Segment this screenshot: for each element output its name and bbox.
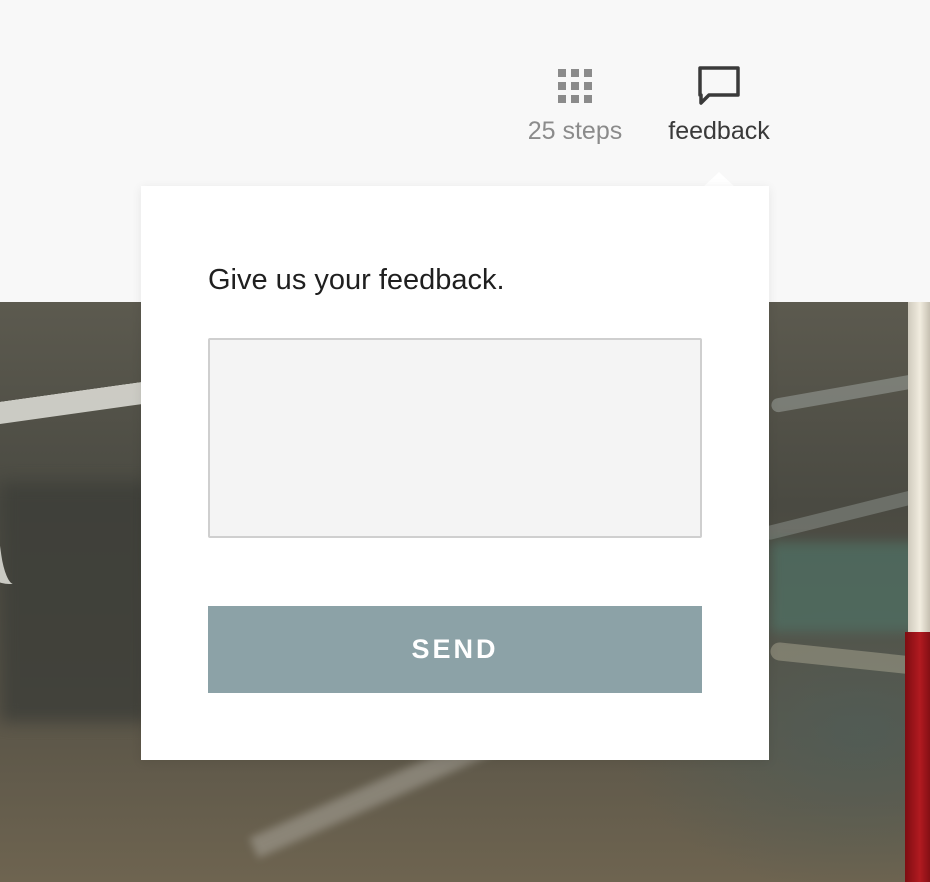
steps-nav-item[interactable]: 25 steps xyxy=(518,62,632,144)
steps-label: 25 steps xyxy=(527,117,623,145)
popover-title: Give us your feedback. xyxy=(208,264,505,296)
photo-rail xyxy=(761,476,930,542)
photo-rail xyxy=(770,364,930,414)
popover-arrow xyxy=(703,172,735,187)
photo-pole-red xyxy=(905,632,930,882)
feedback-nav-item[interactable]: feedback xyxy=(658,62,780,144)
feedback-label: feedback xyxy=(668,117,770,145)
photo-seat xyxy=(770,542,930,632)
feedback-textarea[interactable] xyxy=(208,338,702,538)
speech-bubble-icon xyxy=(696,62,742,110)
feedback-popover: Give us your feedback. SEND xyxy=(141,186,769,760)
grid-icon xyxy=(557,62,593,110)
send-button[interactable]: SEND xyxy=(208,606,702,693)
photo-pole xyxy=(908,302,930,642)
